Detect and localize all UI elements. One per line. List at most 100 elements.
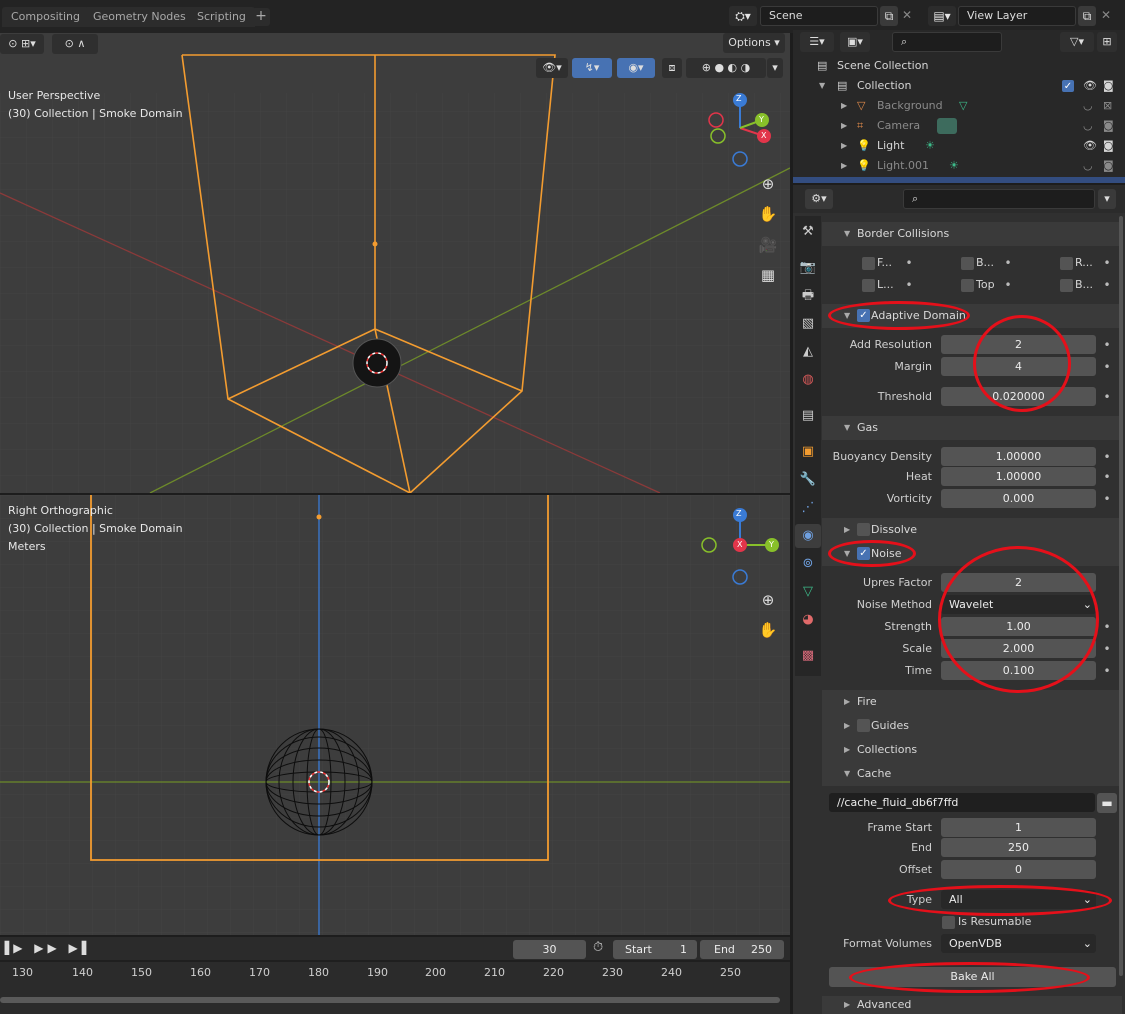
object-tab-icon[interactable]: ▣: [795, 440, 821, 464]
fire-panel-header[interactable]: ▶ Fire: [822, 690, 1122, 714]
world-tab-icon[interactable]: ◍: [795, 368, 821, 392]
border-collision-checkbox[interactable]: [862, 279, 875, 292]
delete-scene-icon[interactable]: ✕: [902, 8, 912, 22]
guides-panel-header[interactable]: ▶ Guides: [822, 714, 1122, 738]
noise-method-dropdown[interactable]: Wavelet ⌄: [941, 595, 1096, 614]
overlays-toggle[interactable]: ◉▾: [617, 58, 655, 78]
constraints-tab-icon[interactable]: ⊚: [795, 552, 821, 576]
format-volumes-dropdown[interactable]: OpenVDB ⌄: [941, 934, 1096, 953]
outliner-row-light-001[interactable]: ▶ 💡 Light.001 ☀ ◡ ◙: [795, 156, 1125, 176]
collection-tab-icon[interactable]: ▤: [795, 404, 821, 428]
view-layer-tab-icon[interactable]: ▧: [795, 312, 821, 336]
ortho-pan-hand-icon[interactable]: ✋: [756, 618, 780, 642]
timeline-scrollbar[interactable]: [0, 997, 780, 1003]
scale-field[interactable]: 2.000: [941, 639, 1096, 658]
properties-scrollbar[interactable]: [1119, 216, 1123, 976]
keyframe-dot-icon[interactable]: •: [1101, 665, 1113, 677]
border-collision-checkbox[interactable]: [862, 257, 875, 270]
outliner-row-scene-collection[interactable]: ▤ Scene Collection: [795, 56, 1125, 76]
keyframe-dot-icon[interactable]: •: [1101, 451, 1113, 463]
border-collision-checkbox[interactable]: [961, 257, 974, 270]
render-tab-icon[interactable]: 📷: [795, 256, 821, 280]
viewport-orthographic[interactable]: [0, 495, 790, 935]
camera-view-icon[interactable]: 🎥: [756, 233, 780, 257]
outliner-row-light[interactable]: ▶ 💡 Light ☀ 👁 ◙: [795, 136, 1125, 156]
view-layer-selector-icon[interactable]: ▤▾: [928, 6, 956, 26]
tool-tab-icon[interactable]: ⚒: [795, 220, 821, 244]
keyframe-dot-icon[interactable]: •: [1101, 621, 1113, 633]
camera-render-off-icon[interactable]: ⊠: [1103, 96, 1112, 116]
eye-closed-icon[interactable]: ◡: [1083, 116, 1093, 136]
ortho-zoom-icon[interactable]: ⊕: [756, 588, 780, 612]
bake-all-button[interactable]: Bake All: [829, 967, 1116, 987]
keyframe-dot-icon[interactable]: •: [1101, 643, 1113, 655]
keyframe-dot-icon[interactable]: •: [903, 279, 915, 291]
border-collision-checkbox[interactable]: [1060, 257, 1073, 270]
advanced-panel-header[interactable]: ▶ Advanced: [822, 996, 1122, 1014]
material-tab-icon[interactable]: ◕: [795, 608, 821, 632]
view-layer-name-field[interactable]: View Layer: [958, 6, 1076, 26]
cache-end-field[interactable]: 250: [941, 838, 1096, 857]
shading-modes[interactable]: ⊕ ● ◐ ◑: [686, 58, 766, 78]
frame-start-field[interactable]: 1: [941, 818, 1096, 837]
keyframe-dot-icon[interactable]: •: [1101, 361, 1113, 373]
is-resumable-checkbox[interactable]: [942, 916, 955, 929]
keyframe-dot-icon[interactable]: •: [1101, 339, 1113, 351]
stopwatch-icon[interactable]: ⏱: [593, 940, 603, 955]
adaptive-domain-panel-header[interactable]: ▼ Adaptive Domain: [822, 304, 1122, 328]
camera-render-icon[interactable]: ◙: [1103, 156, 1114, 176]
cache-type-dropdown[interactable]: All ⌄: [941, 890, 1096, 909]
outliner-row-camera[interactable]: ▶ ⌗ Camera ◡ ◙: [795, 116, 1125, 136]
workspace-tab-compositing[interactable]: Compositing: [2, 7, 89, 27]
keyframe-dot-icon[interactable]: •: [1002, 279, 1014, 291]
editor-type-dropdown[interactable]: ☰▾: [800, 32, 834, 52]
camera-render-icon[interactable]: ◙: [1103, 136, 1114, 156]
start-frame-field[interactable]: Start 1: [613, 940, 697, 959]
outliner-row-background[interactable]: ▶ ▽ Background ▽ ◡ ⊠: [795, 96, 1125, 116]
add-resolution-field[interactable]: 2: [941, 335, 1096, 354]
display-mode-dropdown[interactable]: ▣▾: [840, 32, 870, 52]
properties-search-input[interactable]: ⌕: [903, 189, 1095, 209]
strength-field[interactable]: 1.00: [941, 617, 1096, 636]
border-collision-checkbox[interactable]: [961, 279, 974, 292]
keyframe-dot-icon[interactable]: •: [1101, 257, 1113, 269]
threshold-field[interactable]: 0.020000: [941, 387, 1096, 406]
eye-icon[interactable]: 👁: [1083, 136, 1097, 156]
outliner-search-input[interactable]: ⌕: [892, 32, 1002, 52]
add-workspace-button[interactable]: +: [252, 8, 270, 26]
expand-icon[interactable]: ▼: [819, 76, 825, 96]
options-dropdown[interactable]: Options ▾: [723, 33, 785, 53]
heat-field[interactable]: 1.00000: [941, 467, 1096, 486]
expand-icon[interactable]: ▶: [841, 156, 847, 176]
camera-render-icon[interactable]: ◙: [1103, 116, 1114, 136]
camera-render-icon[interactable]: ◙: [1103, 76, 1114, 96]
keyframe-dot-icon[interactable]: •: [1101, 279, 1113, 291]
physics-tab-icon[interactable]: ◉: [795, 524, 821, 548]
delete-view-layer-icon[interactable]: ✕: [1101, 8, 1111, 22]
new-view-layer-icon[interactable]: ⧉: [1078, 6, 1096, 26]
visibility-dropdown[interactable]: 👁▾: [536, 58, 568, 78]
modifier-tab-icon[interactable]: 🔧: [795, 468, 821, 492]
eye-closed-icon[interactable]: ◡: [1083, 156, 1093, 176]
texture-tab-icon[interactable]: ▩: [795, 644, 821, 668]
end-frame-field[interactable]: End 250: [700, 940, 784, 959]
eye-icon[interactable]: 👁: [1083, 76, 1097, 96]
keyframe-dot-icon[interactable]: •: [1101, 391, 1113, 403]
scene-name-field[interactable]: Scene: [760, 6, 878, 26]
navigation-gizmo[interactable]: [700, 88, 784, 172]
filter-dropdown[interactable]: ▽▾: [1060, 32, 1094, 52]
border-collisions-panel-header[interactable]: ▼ Border Collisions: [822, 222, 1122, 246]
expand-icon[interactable]: ▶: [841, 136, 847, 156]
new-scene-icon[interactable]: ⧉: [880, 6, 898, 26]
keyframe-dot-icon[interactable]: •: [1101, 471, 1113, 483]
particles-tab-icon[interactable]: ⋰: [795, 496, 821, 520]
border-collision-checkbox[interactable]: [1060, 279, 1073, 292]
current-frame-field[interactable]: 30: [513, 940, 586, 959]
xray-toggle[interactable]: ⧈: [662, 58, 682, 78]
margin-field[interactable]: 4: [941, 357, 1096, 376]
dissolve-panel-header[interactable]: ▶ Dissolve: [822, 518, 1122, 542]
folder-icon[interactable]: ▬: [1097, 793, 1117, 813]
expand-icon[interactable]: ▶: [841, 96, 847, 116]
output-tab-icon[interactable]: 🖶: [795, 284, 821, 308]
collections-panel-header[interactable]: ▶ Collections: [822, 738, 1122, 762]
